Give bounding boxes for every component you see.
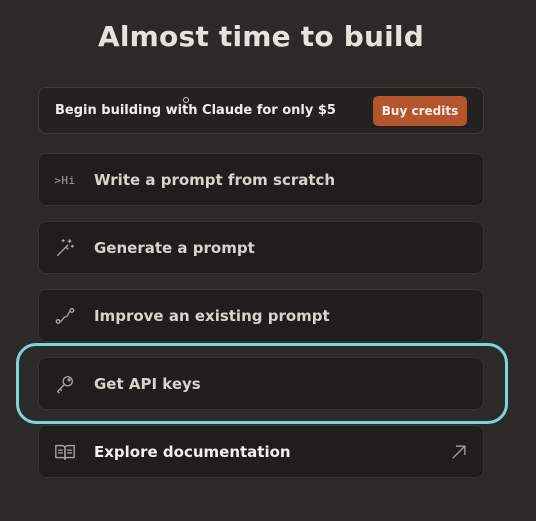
option-label: Generate a prompt (94, 239, 255, 257)
book-icon (53, 440, 77, 464)
magic-wand-icon (53, 236, 77, 260)
buy-credits-button[interactable]: Buy credits (373, 96, 467, 126)
credits-banner-text: Begin building with Claude for only $5 (55, 103, 336, 118)
key-icon (53, 372, 77, 396)
option-write-prompt[interactable]: >Hi Write a prompt from scratch (38, 153, 484, 206)
option-explore-documentation[interactable]: Explore documentation (38, 425, 484, 478)
option-get-api-keys[interactable]: Get API keys (38, 357, 484, 410)
route-icon (53, 304, 77, 328)
onboarding-page: Almost time to build Begin building with… (0, 0, 536, 521)
option-label: Get API keys (94, 375, 201, 393)
option-improve-prompt[interactable]: Improve an existing prompt (38, 289, 484, 342)
cursor-indicator (183, 97, 189, 103)
option-label: Explore documentation (94, 443, 291, 461)
option-label: Improve an existing prompt (94, 307, 330, 325)
option-label: Write a prompt from scratch (94, 171, 336, 189)
option-generate-prompt[interactable]: Generate a prompt (38, 221, 484, 274)
terminal-hi-icon: >Hi (54, 173, 76, 187)
page-title: Almost time to build (98, 20, 424, 53)
external-arrow-icon (449, 442, 469, 462)
